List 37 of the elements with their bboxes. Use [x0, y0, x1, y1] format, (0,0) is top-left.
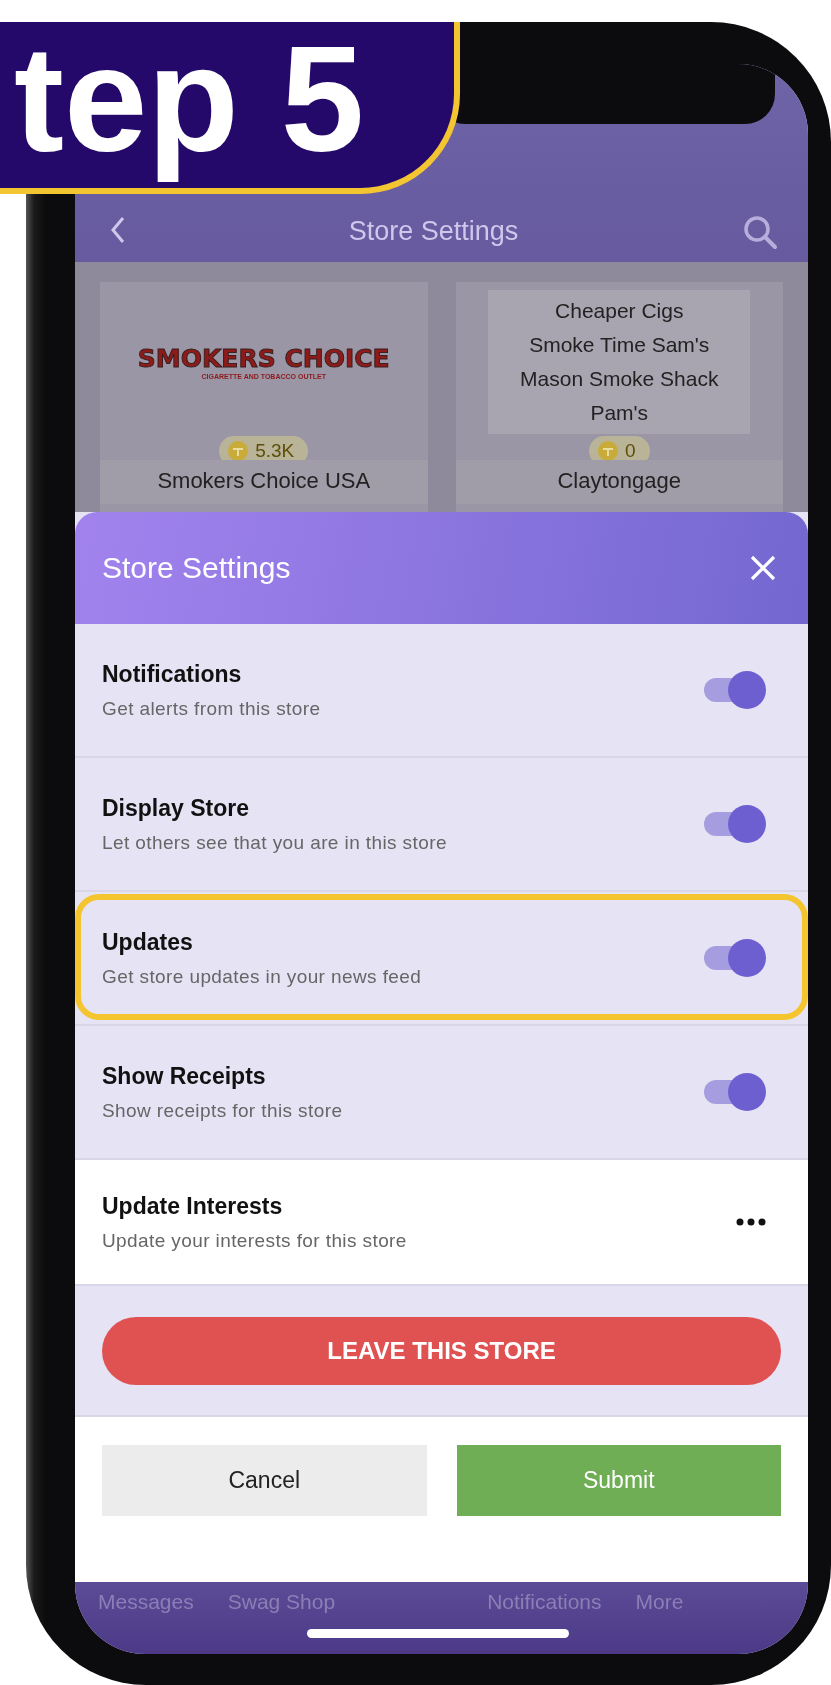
row-subtitle: Show receipts for this store: [102, 1099, 344, 1122]
store-card[interactable]: Cheaper Cigs Smoke Time Sam's Mason Smoke Shack Pam's 0 Claytongage: [455, 282, 783, 512]
row-title: Show Receipts: [102, 1062, 267, 1090]
header-title: Store Settings: [347, 216, 520, 247]
store-name-line: Smoke Time Sam's: [528, 332, 711, 358]
close-icon: [750, 555, 776, 581]
toggle-switch[interactable]: [702, 805, 766, 843]
row-subtitle: Update your interests for this store: [102, 1229, 408, 1252]
row-title: Notifications: [102, 660, 243, 688]
toggle-switch[interactable]: [702, 1073, 766, 1111]
row-title: Update Interests: [102, 1192, 284, 1220]
row-subtitle: Let others see that you are in this store: [102, 831, 448, 854]
store-name-line: Mason Smoke Shack: [519, 366, 720, 392]
store-name-line: Pam's: [589, 400, 650, 426]
leave-store-button[interactable]: LEAVE THIS STORE: [102, 1316, 781, 1385]
coin-icon: [596, 440, 619, 462]
store-name: Smokers Choice USA: [100, 460, 428, 504]
store-name: Claytongage: [455, 460, 783, 504]
row-subtitle: Get store updates in your news feed: [102, 965, 423, 988]
sheet-title: Store Settings: [102, 551, 291, 585]
toggle-switch[interactable]: [702, 671, 766, 709]
settings-row[interactable]: Updates Get store updates in your news feed: [75, 892, 808, 1026]
row-title: Updates: [102, 928, 194, 956]
coin-icon: [227, 440, 250, 462]
search-icon: [742, 214, 778, 250]
cancel-button[interactable]: Cancel: [102, 1445, 427, 1516]
back-icon: [111, 216, 125, 244]
step-label: tep 5: [14, 13, 365, 185]
store-name-line: Cheaper Cigs: [554, 298, 685, 324]
row-subtitle: Get alerts from this store: [102, 697, 322, 720]
row-title: Display Store: [102, 794, 250, 822]
toggle-switch[interactable]: [702, 939, 766, 977]
more-icon: [736, 1218, 766, 1226]
count-text: 0: [624, 440, 636, 462]
settings-row[interactable]: Update Interests Update your interests for this store: [75, 1160, 808, 1286]
logo-title: SMOKERS CHOICE: [137, 344, 390, 373]
count-text: 5.3K: [255, 440, 295, 462]
